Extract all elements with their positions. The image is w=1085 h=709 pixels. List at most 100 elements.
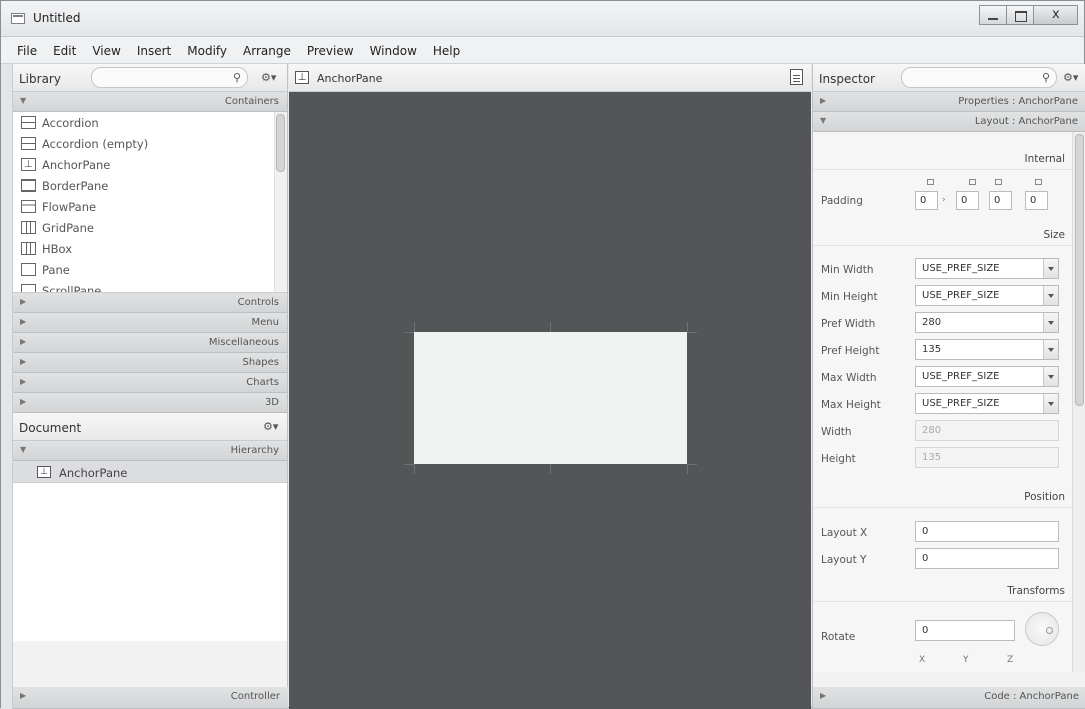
section-containers[interactable]: ▼ Containers (13, 92, 287, 112)
rotate-dial[interactable] (1025, 612, 1059, 646)
section-code[interactable]: ▶ Code : AnchorPane (813, 687, 1085, 709)
section-hierarchy[interactable]: ▼ Hierarchy (13, 441, 287, 461)
section-charts[interactable]: ▶ Charts (13, 373, 287, 393)
library-item-anchorpane[interactable]: ⊥ AnchorPane (13, 154, 287, 175)
menu-modify[interactable]: Modify (179, 37, 235, 63)
expanded-arrow-icon: ▼ (20, 445, 27, 454)
pref-width-value: 280 (922, 317, 942, 328)
max-height-combo[interactable]: USE_PREF_SIZE (915, 393, 1059, 414)
max-height-label: Max Height (821, 399, 881, 411)
guide-line (687, 464, 688, 474)
max-width-value: USE_PREF_SIZE (922, 371, 1000, 382)
document-gear-icon[interactable]: ⚙▾ (263, 420, 278, 433)
library-item-label: FlowPane (42, 199, 97, 214)
library-item-borderpane[interactable]: BorderPane (13, 175, 287, 196)
menu-insert[interactable]: Insert (129, 37, 179, 63)
pref-height-label: Pref Height (821, 345, 880, 357)
position-label: Position (1024, 491, 1065, 503)
inspector-scrollbar[interactable] (1072, 132, 1085, 672)
pref-width-combo[interactable]: 280 (915, 312, 1059, 333)
padding-right-field[interactable]: 0 (956, 191, 979, 210)
menu-help[interactable]: Help (425, 37, 468, 63)
section-properties[interactable]: ▶ Properties : AnchorPane (813, 92, 1085, 112)
menu-file[interactable]: File (9, 37, 45, 63)
inspector-panel: Inspector ⚲ ⚙▾ ▶ Properties : AnchorPane… (812, 64, 1085, 709)
collapsed-arrow-icon: ▶ (20, 297, 27, 306)
library-item-pane[interactable]: Pane (13, 259, 287, 280)
inspector-search-input[interactable]: ⚲ (901, 67, 1057, 88)
library-item-accordion-empty[interactable]: Accordion (empty) (13, 133, 287, 154)
layout-y-field[interactable]: 0 (915, 548, 1059, 569)
hierarchy-item-anchorpane[interactable]: ⊥ AnchorPane (13, 461, 287, 483)
library-item-accordion[interactable]: Accordion (13, 112, 287, 133)
section-label: Miscellaneous (208, 337, 279, 348)
layout-properties: Internal Padding 0 › 0 0 0 Size Min Widt… (813, 132, 1085, 672)
collapsed-arrow-icon: ▶ (20, 377, 27, 386)
library-item-label: Pane (42, 262, 70, 277)
library-item-gridpane[interactable]: GridPane (13, 217, 287, 238)
library-item-scrollpane[interactable]: ScrollPane (13, 280, 287, 292)
anchorpane-icon: ⊥ (295, 71, 309, 84)
collapsed-arrow-icon: ▶ (20, 357, 27, 366)
axis-x-label: X (919, 655, 926, 665)
library-item-hbox[interactable]: HBox (13, 238, 287, 259)
max-height-value: USE_PREF_SIZE (922, 398, 1000, 409)
section-controls[interactable]: ▶ Controls (13, 293, 287, 313)
guide-line (404, 464, 414, 465)
minimize-button[interactable] (979, 5, 1006, 25)
search-icon: ⚲ (1041, 71, 1050, 84)
padding-bottom-field[interactable]: 0 (989, 191, 1012, 210)
library-gear-icon[interactable]: ⚙▾ (261, 71, 276, 84)
close-button[interactable] (1033, 5, 1078, 25)
min-width-combo[interactable]: USE_PREF_SIZE (915, 258, 1059, 279)
min-width-label: Min Width (821, 264, 874, 276)
library-item-flowpane[interactable]: FlowPane (13, 196, 287, 217)
internal-section-header: Internal (813, 146, 1073, 170)
section-layout[interactable]: ▼ Layout : AnchorPane (813, 112, 1085, 132)
design-canvas[interactable] (289, 92, 811, 709)
rotate-field[interactable]: 0 (915, 620, 1015, 641)
inspector-gear-icon[interactable]: ⚙▾ (1063, 71, 1078, 84)
section-3d[interactable]: ▶ 3D (13, 393, 287, 413)
chevron-down-icon[interactable] (1043, 394, 1058, 413)
section-miscellaneous[interactable]: ▶ Miscellaneous (13, 333, 287, 353)
chevron-down-icon[interactable] (1043, 286, 1058, 305)
guide-line (404, 332, 414, 333)
padding-left-field[interactable]: 0 (1025, 191, 1048, 210)
min-height-combo[interactable]: USE_PREF_SIZE (915, 285, 1059, 306)
menu-window[interactable]: Window (362, 37, 425, 63)
menu-view[interactable]: View (84, 37, 128, 63)
layout-y-label: Layout Y (821, 554, 867, 566)
library-search-input[interactable]: ⚲ (91, 67, 248, 88)
pref-height-combo[interactable]: 135 (915, 339, 1059, 360)
chevron-down-icon[interactable] (1043, 340, 1058, 359)
section-label: Charts (246, 377, 279, 388)
library-scroll-thumb[interactable] (276, 114, 285, 172)
anchorpane-node[interactable] (414, 332, 687, 464)
max-width-combo[interactable]: USE_PREF_SIZE (915, 366, 1059, 387)
section-shapes[interactable]: ▶ Shapes (13, 353, 287, 373)
menu-bar: File Edit View Insert Modify Arrange Pre… (1, 37, 1084, 64)
chevron-down-icon[interactable] (1043, 313, 1058, 332)
padding-right-icon (969, 179, 976, 185)
chevron-down-icon[interactable] (1043, 259, 1058, 278)
menu-preview[interactable]: Preview (299, 37, 362, 63)
padding-top-field[interactable]: 0 (915, 191, 938, 210)
layout-x-label: Layout X (821, 527, 868, 539)
maximize-button[interactable] (1006, 5, 1033, 25)
document-icon[interactable] (790, 69, 803, 85)
hierarchy-tree: ⊥ AnchorPane (13, 461, 287, 641)
inspector-scroll-thumb[interactable] (1075, 134, 1084, 406)
link-icon[interactable]: › (942, 195, 946, 205)
section-containers-label: Containers (224, 96, 279, 107)
chevron-down-icon[interactable] (1043, 367, 1058, 386)
section-hierarchy-label: Hierarchy (230, 445, 279, 456)
menu-arrange[interactable]: Arrange (235, 37, 299, 63)
min-height-value: USE_PREF_SIZE (922, 290, 1000, 301)
menu-edit[interactable]: Edit (45, 37, 84, 63)
library-scrollbar[interactable] (274, 112, 287, 292)
canvas-header-label: AnchorPane (317, 72, 383, 85)
section-controller[interactable]: ▶ Controller (13, 687, 288, 709)
section-menu[interactable]: ▶ Menu (13, 313, 287, 333)
layout-x-field[interactable]: 0 (915, 521, 1059, 542)
